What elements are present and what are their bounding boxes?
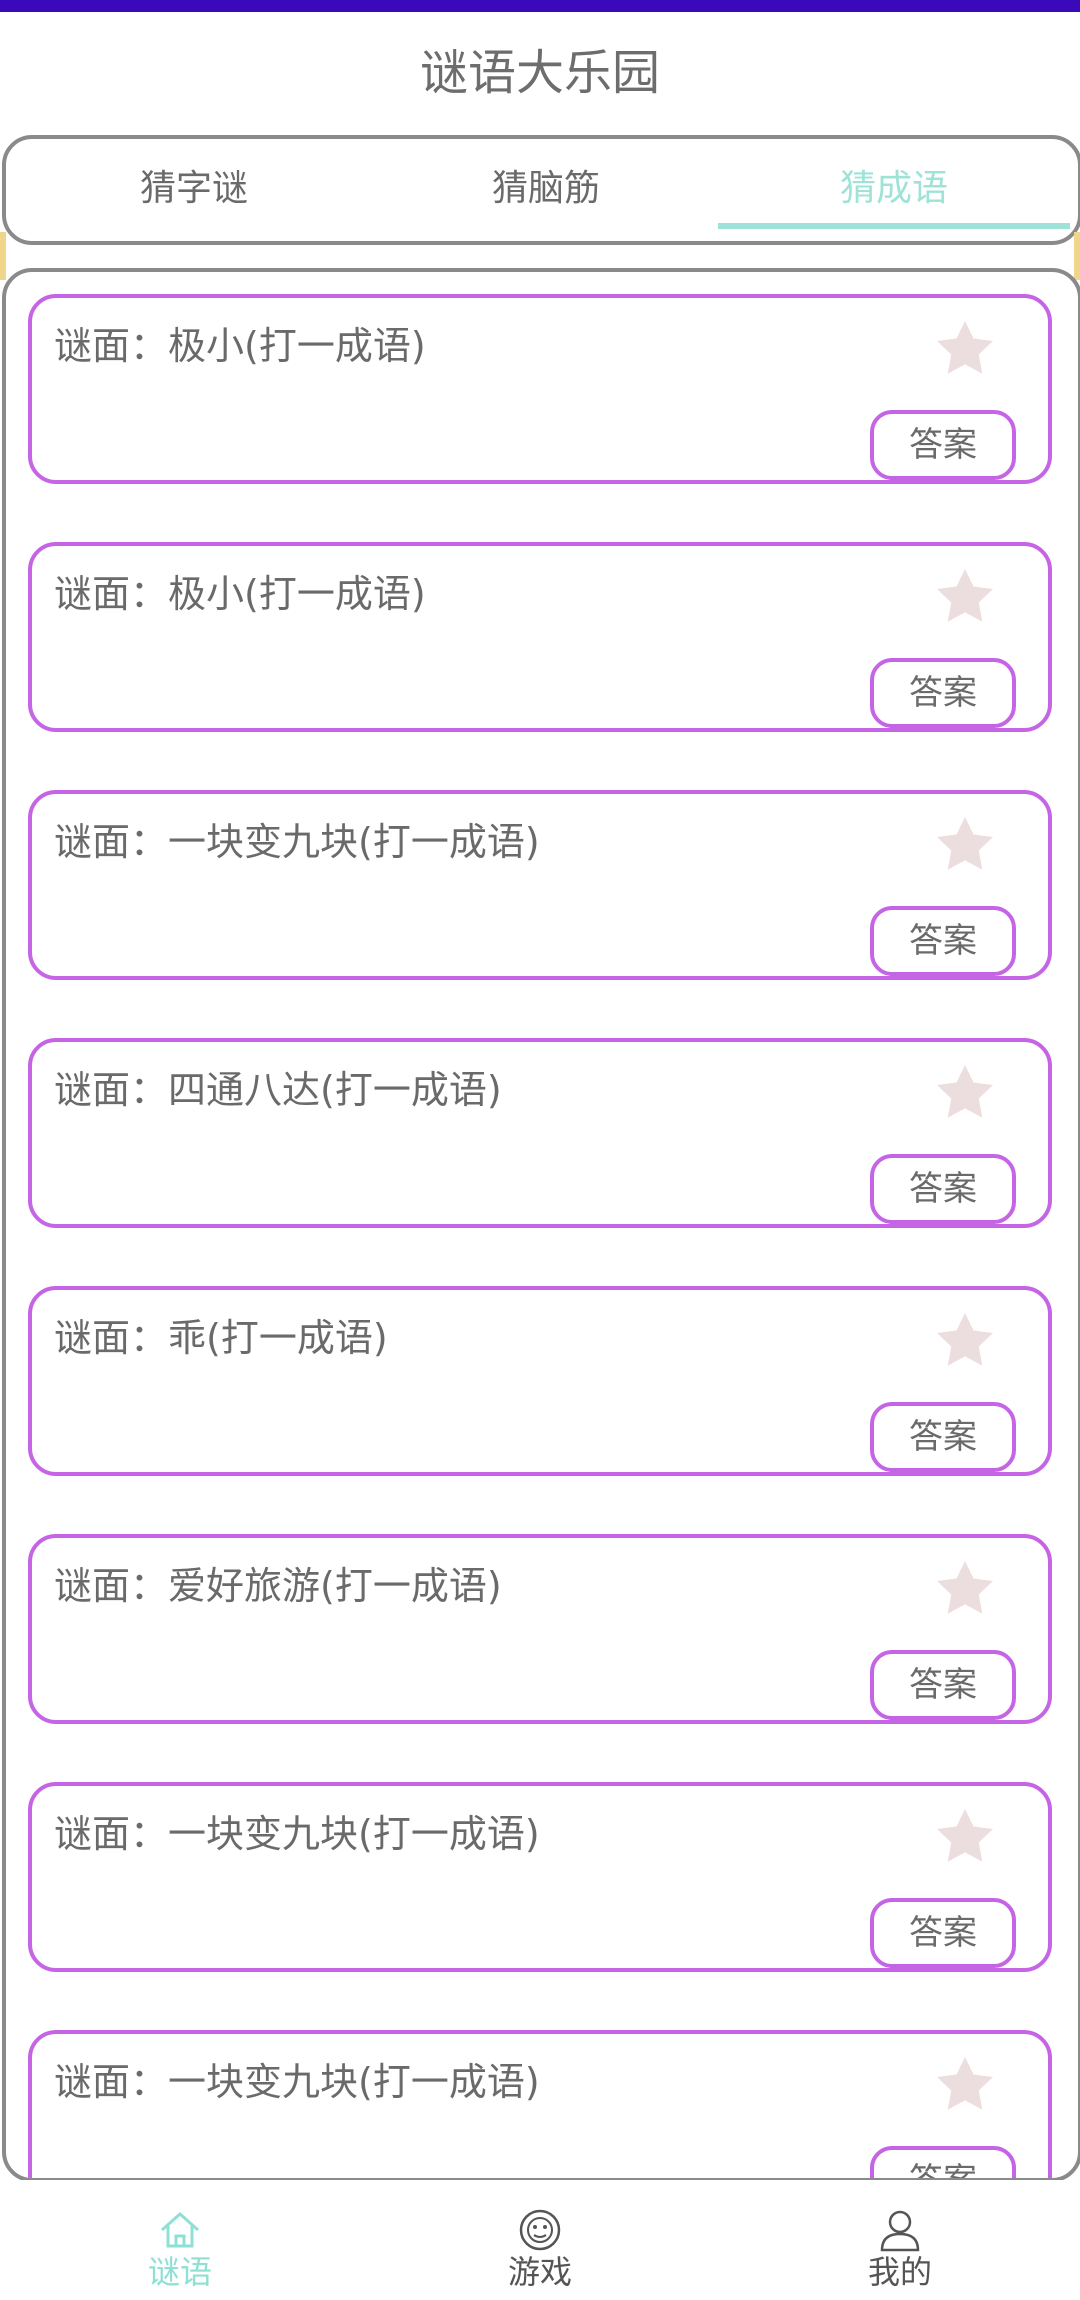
nav-games-label: 游戏 <box>507 2253 572 2291</box>
riddle-text: 谜面：乖(打一成语) <box>54 1316 388 1360</box>
star-icon[interactable] <box>930 1060 1000 1126</box>
right-edge-stripe <box>1074 232 1080 280</box>
riddle-card[interactable]: 谜面：极小(打一成语) 答案 <box>28 294 1052 484</box>
answer-button[interactable]: 答案 <box>870 2146 1016 2178</box>
active-tab-indicator <box>718 223 1070 229</box>
riddle-text: 谜面：一块变九块(打一成语) <box>54 2060 540 2104</box>
riddle-text: 谜面：四通八达(打一成语) <box>54 1068 502 1112</box>
tab-guess-character[interactable]: 猜字谜 <box>18 139 370 239</box>
tab-brain-teaser[interactable]: 猜脑筋 <box>370 139 722 239</box>
nav-games[interactable]: 游戏 <box>360 2180 720 2300</box>
riddle-text: 谜面：极小(打一成语) <box>54 324 426 368</box>
riddle-card[interactable]: 谜面：四通八达(打一成语) 答案 <box>28 1038 1052 1228</box>
riddle-card[interactable]: 谜面：爱好旅游(打一成语) 答案 <box>28 1534 1052 1724</box>
answer-button[interactable]: 答案 <box>870 410 1016 480</box>
status-bar <box>0 0 1080 12</box>
riddle-card[interactable]: 谜面：一块变九块(打一成语) 答案 <box>28 2030 1052 2178</box>
riddle-text: 谜面：爱好旅游(打一成语) <box>54 1564 502 1608</box>
nav-profile[interactable]: 我的 <box>720 2180 1080 2300</box>
page-title: 谜语大乐园 <box>419 45 660 101</box>
star-icon[interactable] <box>930 1804 1000 1870</box>
riddle-card[interactable]: 谜面：一块变九块(打一成语) 答案 <box>28 790 1052 980</box>
riddle-card[interactable]: 谜面：一块变九块(打一成语) 答案 <box>28 1782 1052 1972</box>
home-icon <box>161 2212 199 2248</box>
star-icon[interactable] <box>930 564 1000 630</box>
riddle-card[interactable]: 谜面：乖(打一成语) 答案 <box>28 1286 1052 1476</box>
riddle-text: 谜面：一块变九块(打一成语) <box>54 1812 540 1856</box>
nav-riddles-label: 谜语 <box>147 2253 212 2291</box>
bottom-navigation: 谜语 游戏 我的 <box>0 2180 1080 2300</box>
answer-button[interactable]: 答案 <box>870 658 1016 728</box>
star-icon[interactable] <box>930 316 1000 382</box>
star-icon[interactable] <box>930 812 1000 878</box>
answer-button[interactable]: 答案 <box>870 906 1016 976</box>
user-icon <box>880 2210 920 2252</box>
riddle-card[interactable]: 谜面：极小(打一成语) 答案 <box>28 542 1052 732</box>
riddle-list-panel[interactable]: 谜面：极小(打一成语) 答案 谜面：极小(打一成语) 答案 谜面：一块变九块(打一成语)… <box>2 268 1080 2182</box>
star-icon[interactable] <box>930 1556 1000 1622</box>
game-icon <box>519 2209 561 2251</box>
star-icon[interactable] <box>930 1308 1000 1374</box>
nav-profile-label: 我的 <box>867 2253 932 2291</box>
answer-button[interactable]: 答案 <box>870 1898 1016 1968</box>
answer-button[interactable]: 答案 <box>870 1402 1016 1472</box>
answer-button[interactable]: 答案 <box>870 1650 1016 1720</box>
star-icon[interactable] <box>930 2052 1000 2118</box>
riddle-text: 谜面：极小(打一成语) <box>54 572 426 616</box>
riddle-text: 谜面：一块变九块(打一成语) <box>54 820 540 864</box>
left-edge-stripe <box>0 232 6 280</box>
nav-riddles[interactable]: 谜语 <box>0 2180 360 2300</box>
answer-button[interactable]: 答案 <box>870 1154 1016 1224</box>
